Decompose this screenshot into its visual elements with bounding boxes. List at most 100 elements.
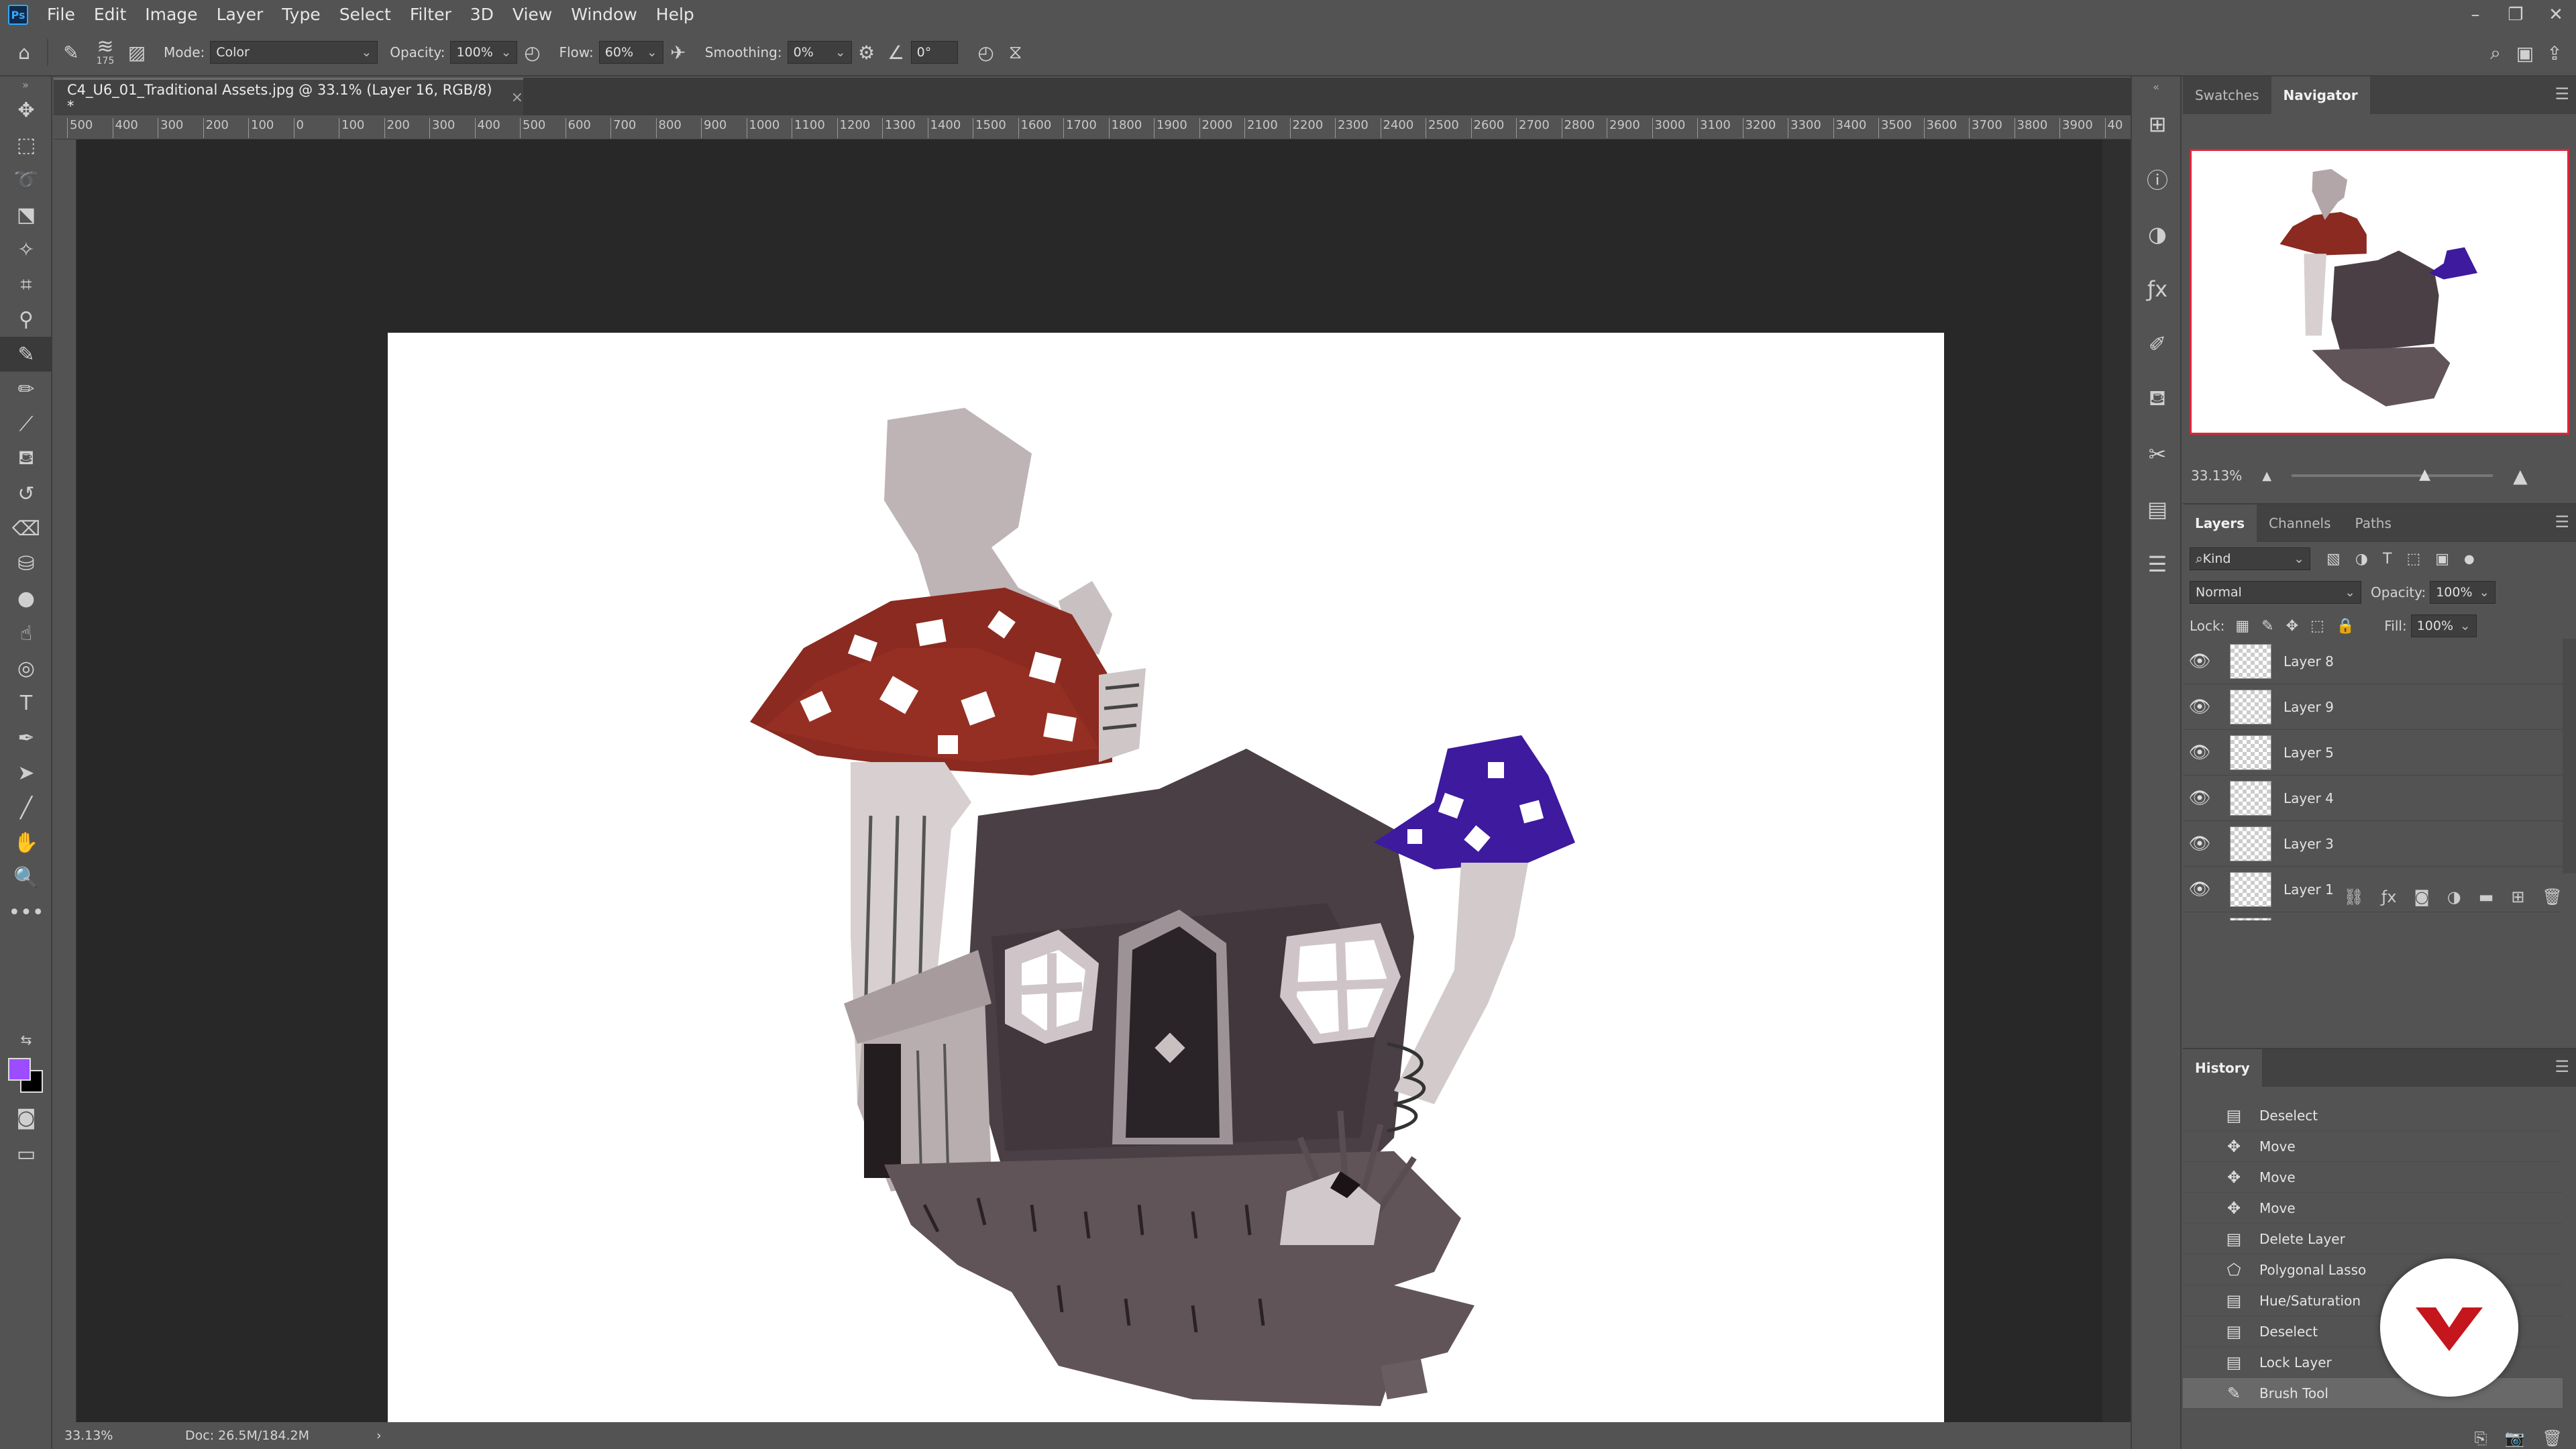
vertical-scrollbar[interactable] [2102,140,2131,1422]
gear-icon[interactable]: ⚙ [852,38,881,67]
pen-tool-icon[interactable]: ✒ [0,720,52,755]
filter-pixel-icon[interactable]: ▧ [2326,551,2341,568]
swap-colors-icon[interactable]: ⇆ [0,1022,52,1057]
tab-history[interactable]: History [2183,1049,2262,1087]
opacity-field[interactable]: 100% [450,41,518,64]
foreground-color-swatch[interactable] [8,1058,31,1081]
chevron-right-icon[interactable]: › [376,1428,382,1443]
tab-swatches[interactable]: Swatches [2183,76,2271,114]
crop-tool-icon[interactable]: ⌗ [0,267,52,302]
libraries-panel-icon[interactable]: ▤ [2132,482,2183,537]
type-tool-icon[interactable]: T [0,686,52,720]
history-menu-icon[interactable]: ☰ [2555,1057,2569,1076]
new-layer-icon[interactable]: ⊞ [2511,888,2524,906]
adjustments-panel-icon[interactable]: ◑ [2132,207,2183,262]
lock-pixels-icon[interactable]: ✎ [2261,618,2273,635]
clone-source-panel-icon[interactable]: ⛾ [2132,372,2183,427]
sponge-tool-icon[interactable]: ◎ [0,651,52,686]
menu-window[interactable]: Window [561,0,647,30]
eraser-tool-icon[interactable]: ⌫ [0,511,52,546]
brush-size-picker[interactable]: ≋ 175 [89,37,122,67]
eyedropper-tool-icon[interactable]: ⚲ [0,302,52,337]
symmetry-icon[interactable]: ⧖ [1001,38,1030,67]
add-mask-icon[interactable]: ◙ [2414,888,2429,906]
filter-type-icon[interactable]: T [2383,551,2392,568]
canvas-workspace[interactable] [76,140,2102,1449]
tab-channels[interactable]: Channels [2257,504,2343,542]
brush-tool-icon[interactable]: ✎ [0,337,52,372]
layer-row[interactable]: 👁 Layer 3 [2183,821,2563,867]
menu-filter[interactable]: Filter [400,0,461,30]
layer-style-icon[interactable]: ƒx [2381,888,2397,906]
angle-field[interactable]: 0° [910,41,958,64]
history-state[interactable]: ▤ Delete Layer [2183,1224,2563,1254]
lasso-tool-icon[interactable]: ➰ [0,162,52,197]
lock-transparency-icon[interactable]: ▦ [2235,618,2249,635]
tab-layers[interactable]: Layers [2183,504,2257,542]
mixer-brush-tool-icon[interactable]: ⟋ [0,407,52,441]
snapshot-icon[interactable]: 📷 [2505,1429,2525,1448]
layer-row[interactable]: 👁Layer 10 [2183,912,2563,920]
info-panel-icon[interactable]: ⓘ [2132,152,2183,207]
layer-row[interactable]: 👁 Layer 4 [2183,775,2563,821]
document-tab[interactable]: C4_U6_01_Traditional Assets.jpg @ 33.1% … [54,78,523,115]
smudge-tool-icon[interactable]: ☝ [0,616,52,651]
visibility-eye-icon[interactable]: 👁 [2183,788,2216,808]
zoom-in-icon[interactable]: ▲ [2513,465,2528,487]
delete-state-icon[interactable]: 🗑 [2542,1429,2563,1448]
mode-select[interactable]: Color [210,41,378,64]
share-icon[interactable]: ⇪ [2540,38,2569,68]
menu-layer[interactable]: Layer [207,0,273,30]
styles-panel-icon[interactable]: ƒx [2132,262,2183,317]
blur-tool-icon[interactable]: ● [0,581,52,616]
history-state[interactable]: ▤ Deselect [2183,1100,2563,1131]
line-tool-icon[interactable]: ╱ [0,790,52,825]
history-state[interactable]: ⬠ Polygonal Lasso [2183,1254,2563,1285]
search-icon[interactable]: ⌕ [2481,38,2510,68]
layers-menu-icon[interactable]: ☰ [2555,513,2569,531]
close-tab-icon[interactable]: × [511,89,523,106]
layer-row[interactable]: 👁 Layer 9 [2183,684,2563,730]
navigator-zoom-value[interactable]: 33.13% [2191,468,2242,484]
menu-file[interactable]: File [38,0,85,30]
menu-type[interactable]: Type [272,0,329,30]
visibility-eye-icon[interactable]: 👁 [2183,743,2216,763]
filter-shape-icon[interactable]: ⬚ [2406,551,2420,568]
fill-field[interactable]: 100% [2410,614,2477,637]
history-state[interactable]: ✎ Brush Tool [2183,1378,2563,1409]
properties-panel-icon[interactable]: ☰ [2132,537,2183,592]
pencil-tool-icon[interactable]: ✏ [0,372,52,407]
document-canvas[interactable] [388,333,1944,1449]
marquee-tool-icon[interactable]: ⬚ [0,127,52,162]
filter-smart-object-icon[interactable]: ▣ [2435,551,2449,568]
zoom-tool-icon[interactable]: 🔍 [0,860,52,895]
lock-all-icon[interactable]: 🔒 [2337,618,2355,635]
filter-toggle-icon[interactable]: ● [2464,552,2475,566]
zoom-out-icon[interactable]: ▲ [2262,469,2271,483]
delete-layer-icon[interactable]: 🗑 [2542,888,2563,906]
clone-stamp-tool-icon[interactable]: ⛾ [0,441,52,476]
brush-settings-panel-icon[interactable]: ✐ [2132,317,2183,372]
navigator-preview[interactable] [2190,149,2569,435]
panel-menu-icon[interactable]: ☰ [2555,85,2569,103]
zoom-slider-knob[interactable]: ▲ [2419,466,2430,483]
new-adjustment-icon[interactable]: ◑ [2447,888,2461,906]
lock-artboard-icon[interactable]: ⬚ [2310,618,2324,635]
visibility-eye-icon[interactable]: 👁 [2183,834,2216,854]
history-state[interactable]: ✥ Move [2183,1193,2563,1224]
history-state[interactable]: ✥ Move [2183,1162,2563,1193]
object-select-tool-icon[interactable]: ⬔ [0,197,52,232]
home-icon[interactable]: ⌂ [9,38,39,67]
tools-panel-icon[interactable]: ✂ [2132,427,2183,482]
move-tool-icon[interactable]: ✥ [0,93,52,127]
learn-panel-icon[interactable]: ⊞ [2132,97,2183,152]
magic-wand-tool-icon[interactable]: ✧ [0,232,52,267]
history-state[interactable]: ✥ Move [2183,1131,2563,1162]
layer-row[interactable]: 👁 Layer 5 [2183,730,2563,775]
airbrush-icon[interactable]: ✈ [663,38,693,67]
close-button[interactable]: ✕ [2536,0,2576,30]
menu-view[interactable]: View [503,0,561,30]
minimize-button[interactable]: – [2455,0,2496,30]
paint-bucket-tool-icon[interactable]: ⛁ [0,546,52,581]
smoothing-field[interactable]: 0% [787,41,852,64]
